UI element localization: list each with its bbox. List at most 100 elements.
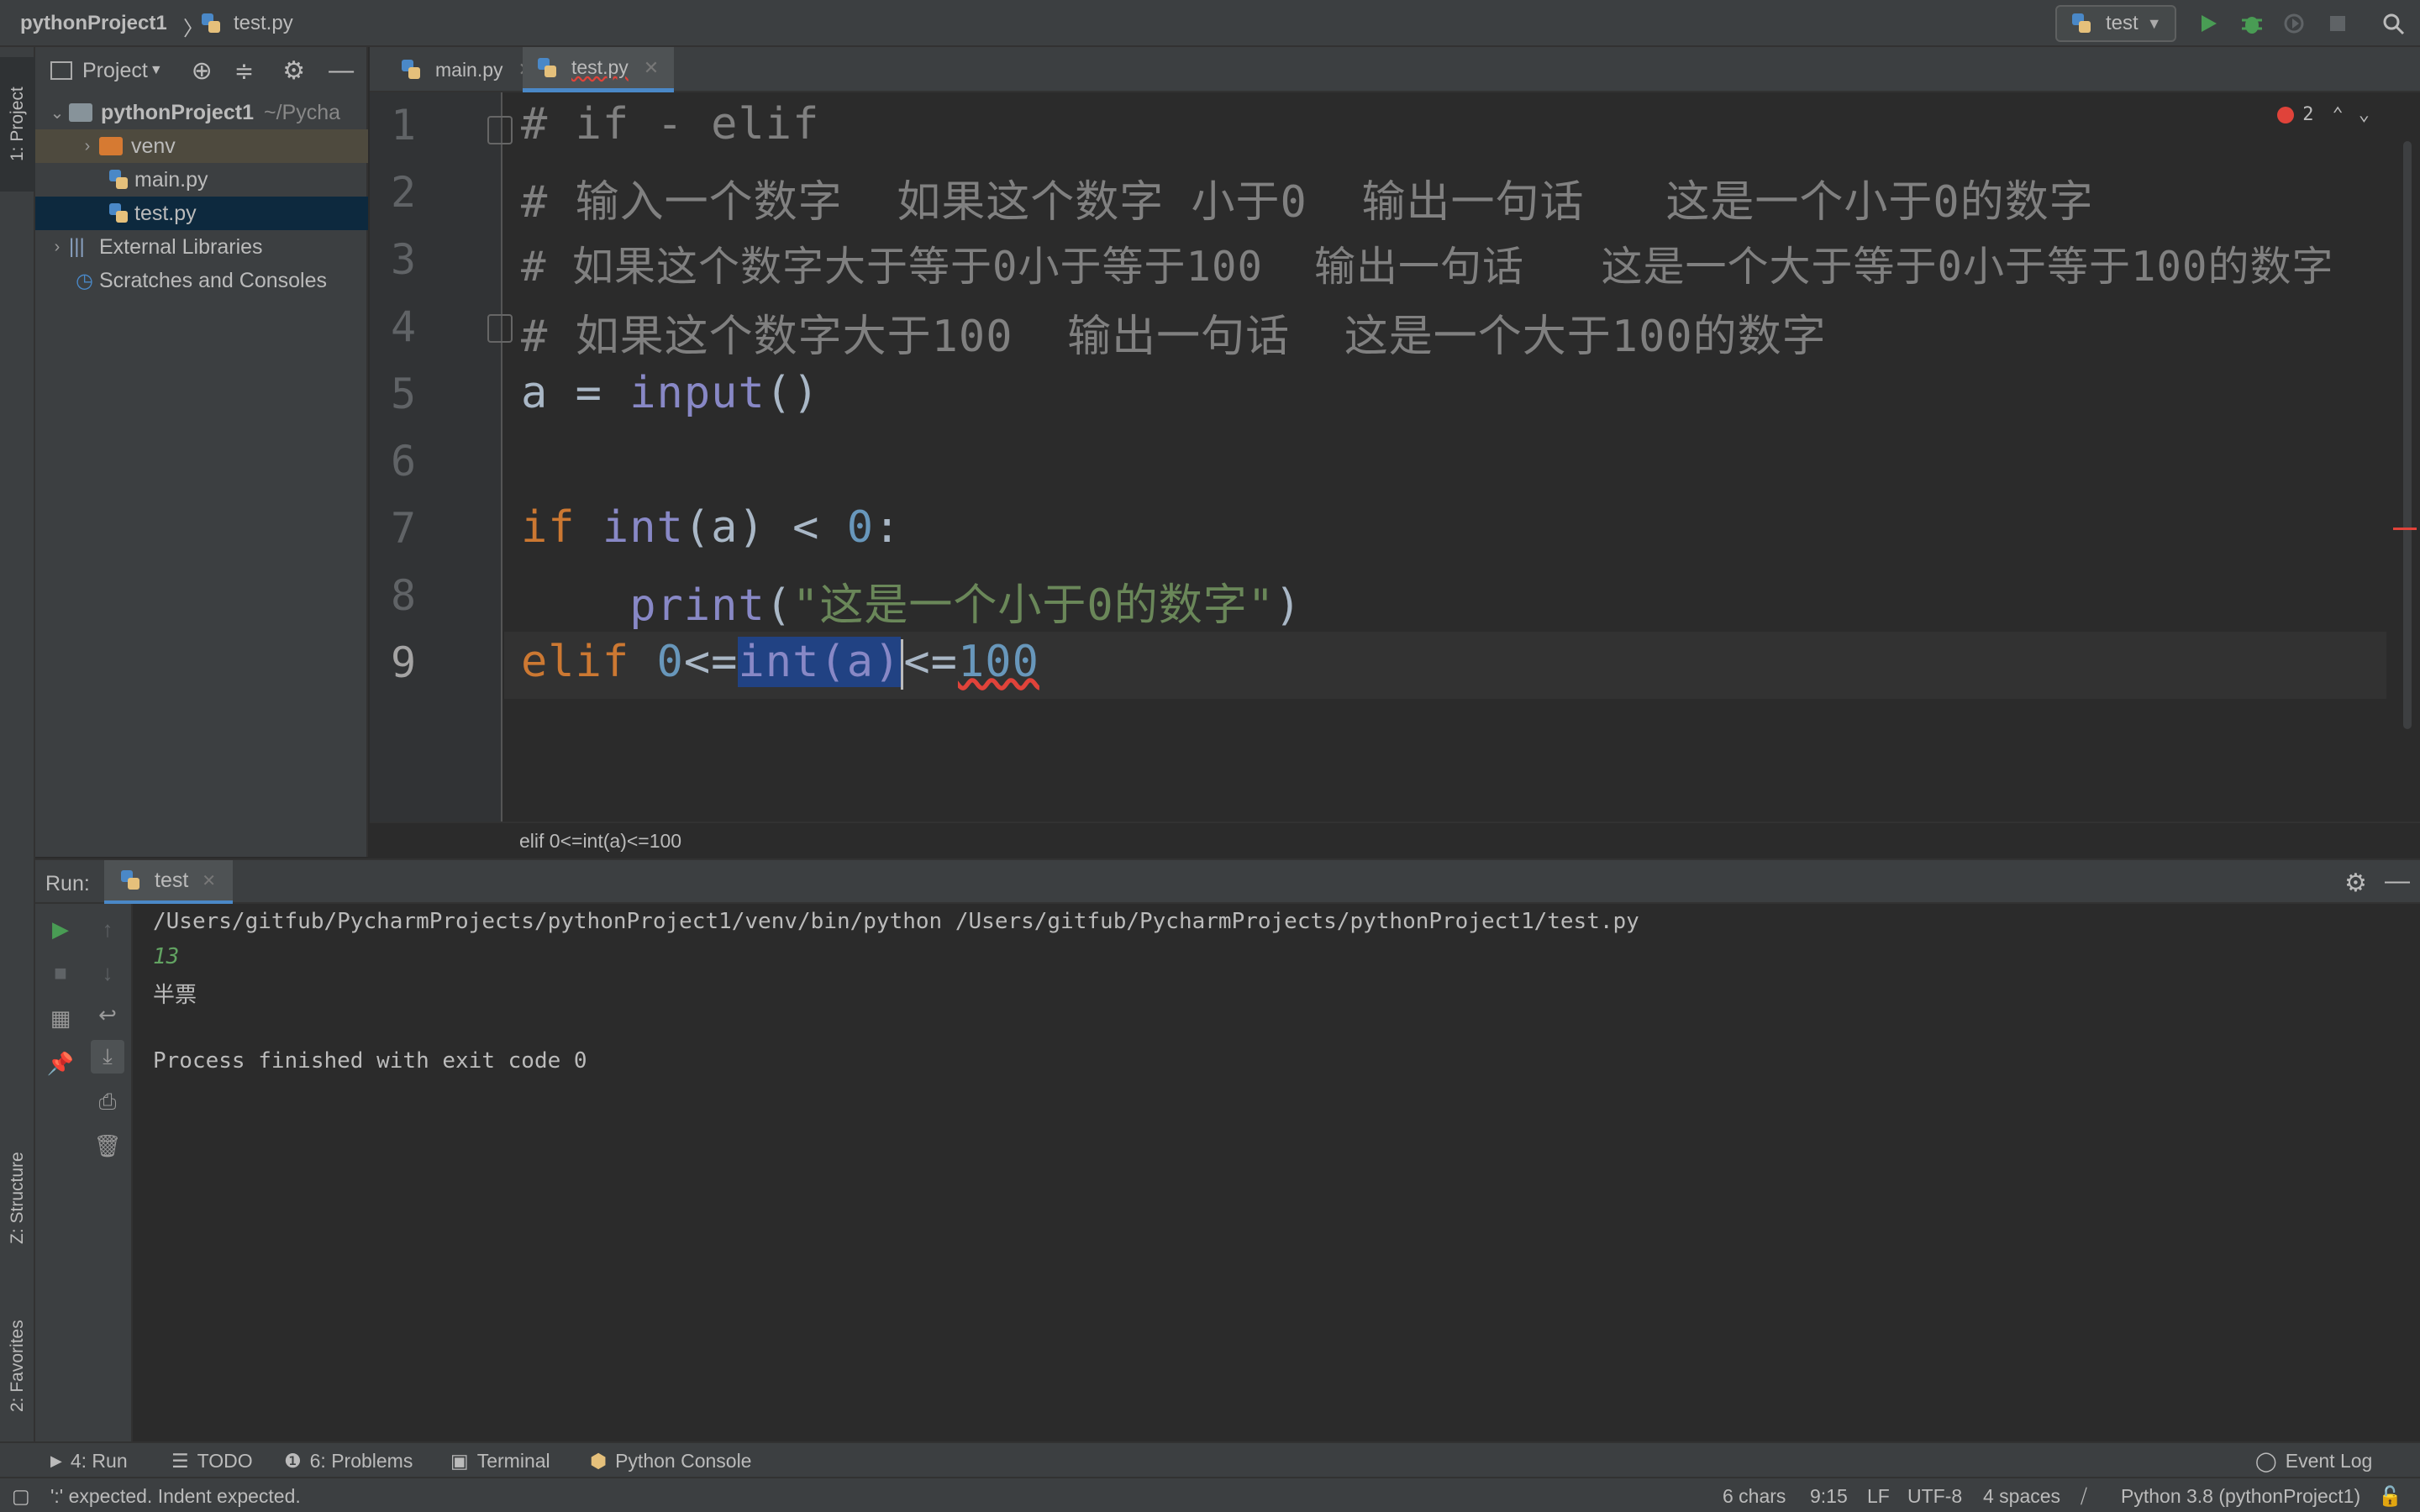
- gear-icon[interactable]: ⚙: [282, 56, 305, 86]
- tool-tab-favorites[interactable]: 2: Favorites: [0, 1290, 35, 1441]
- tree-item-label: External Libraries: [99, 234, 263, 259]
- close-icon[interactable]: ✕: [644, 57, 659, 79]
- code-line-1: # if - elif: [521, 99, 820, 150]
- status-line-separator[interactable]: LF: [1867, 1485, 1890, 1508]
- soft-wrap-button[interactable]: ↩: [91, 998, 124, 1032]
- code-token: "这是一个小于0的数字": [792, 580, 1276, 631]
- code-line-3: # 如果这个数字大于等于0小于等于100 输出一句话 这是一个大于等于0小于等于…: [521, 243, 2334, 291]
- rerun-button[interactable]: ▶: [44, 912, 77, 946]
- locate-file-icon[interactable]: ⊕: [192, 56, 213, 86]
- restore-layout-button[interactable]: ▦: [44, 1001, 77, 1035]
- run-console[interactable]: /Users/gitfub/PycharmProjects/pythonProj…: [133, 904, 2420, 1441]
- tree-item-project-root[interactable]: ⌄ pythonProject1 ~/Pycha: [35, 96, 368, 129]
- console-command: /Users/gitfub/PycharmProjects/pythonProj…: [153, 909, 1639, 934]
- tool-tab-label: TODO: [197, 1450, 253, 1472]
- line-number-gutter: 1 2 3 4 5 6 7 8 9: [370, 92, 502, 822]
- status-message: ':' expected. Indent expected.: [50, 1485, 301, 1507]
- breadcrumb-project[interactable]: pythonProject1: [20, 12, 167, 35]
- tool-tab-structure[interactable]: Z: Structure: [0, 1122, 35, 1273]
- tool-tab-python-console[interactable]: ⬢ Python Console: [590, 1450, 751, 1473]
- arrow-up-icon: ↑: [102, 916, 113, 942]
- line-number: 7: [390, 504, 417, 553]
- code-token: input: [629, 368, 765, 418]
- soft-wrap-icon: ↩: [98, 1001, 117, 1027]
- pin-tab-button[interactable]: 📌: [44, 1047, 77, 1080]
- status-interpreter[interactable]: Python 3.8 (pythonProject1): [2121, 1485, 2360, 1508]
- code-token: int: [602, 502, 684, 553]
- status-caret-position[interactable]: 9:15: [1810, 1485, 1848, 1508]
- console-output: 半票: [153, 983, 197, 1008]
- stop-button[interactable]: [2324, 10, 2351, 37]
- print-button[interactable]: ⎙: [91, 1085, 124, 1119]
- project-view-select[interactable]: Project: [82, 59, 148, 83]
- code-token: ): [1275, 580, 1302, 631]
- tab-test-py[interactable]: test.py ✕: [523, 47, 675, 92]
- tool-tab-event-log[interactable]: ◯ Event Log: [2255, 1450, 2372, 1473]
- toggle-tool-windows-icon[interactable]: ▢: [12, 1485, 30, 1508]
- tree-item-main-py[interactable]: main.py: [35, 163, 368, 197]
- lock-icon[interactable]: 🔓: [2378, 1485, 2402, 1508]
- collapse-all-icon[interactable]: ≑: [234, 57, 254, 85]
- line-number: 5: [390, 370, 417, 418]
- status-encoding[interactable]: UTF-8: [1907, 1485, 1962, 1508]
- fold-marker-icon[interactable]: [487, 314, 513, 343]
- tab-label: main.py: [435, 58, 503, 81]
- code-token: if: [521, 502, 602, 553]
- bug-icon: [2242, 17, 2262, 34]
- close-icon[interactable]: ✕: [202, 870, 216, 891]
- stop-button[interactable]: ■: [44, 956, 77, 990]
- tool-tab-run[interactable]: ▶ 4: Run: [50, 1450, 128, 1473]
- inspection-widget[interactable]: 2 ⌃ ⌄: [2277, 104, 2370, 125]
- tool-tab-todo[interactable]: ☰ TODO: [171, 1450, 253, 1473]
- tree-item-venv[interactable]: › venv: [35, 129, 368, 163]
- run-configuration-select[interactable]: test ▼: [2055, 5, 2176, 42]
- line-number: 8: [390, 571, 417, 620]
- folder-icon: [99, 137, 123, 155]
- tree-item-test-py[interactable]: test.py: [35, 197, 368, 230]
- gear-icon[interactable]: ⚙: [2344, 869, 2367, 898]
- pin-icon: 📌: [46, 1050, 75, 1076]
- search-everywhere-button[interactable]: [2380, 10, 2407, 37]
- code-token: (a) <: [683, 502, 847, 553]
- python-file-icon: [109, 170, 128, 190]
- tool-tab-structure-label: Z: Structure: [8, 1152, 27, 1244]
- chevron-down-icon[interactable]: ⌄: [2359, 104, 2370, 125]
- hide-panel-icon[interactable]: —: [329, 56, 354, 85]
- code-editor[interactable]: 1 2 3 4 5 6 7 8 9 # if - elif # 输入一个数字 如…: [370, 92, 2420, 822]
- readonly-toggle-icon[interactable]: ⧸: [2081, 1485, 2087, 1508]
- chevron-up-icon[interactable]: ⌃: [2333, 104, 2344, 125]
- editor-scrollbar[interactable]: [2403, 141, 2412, 729]
- tree-item-external-libraries[interactable]: › ||| External Libraries: [35, 230, 368, 264]
- tool-tab-problems[interactable]: ❶ 6: Problems: [284, 1450, 413, 1473]
- code-token: :: [874, 502, 902, 553]
- list-icon: ☰: [171, 1450, 189, 1472]
- clear-all-button[interactable]: 🗑: [91, 1129, 124, 1163]
- tool-tab-terminal[interactable]: ▣ Terminal: [450, 1450, 550, 1473]
- fold-marker-icon[interactable]: [487, 116, 513, 144]
- breadcrumb-separator: 〉: [183, 18, 203, 40]
- tool-tab-label: Python Console: [615, 1450, 752, 1472]
- line-number: 9: [390, 638, 417, 687]
- code-token: <=: [683, 637, 739, 687]
- code-breadcrumb[interactable]: elif 0<=int(a)<=100: [370, 822, 2420, 858]
- run-tab-test[interactable]: test ✕: [104, 860, 234, 904]
- code-line-8: print("这是一个小于0的数字"): [521, 570, 1302, 633]
- python-icon: [121, 870, 139, 890]
- next-occurrence-button[interactable]: ↓: [91, 956, 124, 990]
- debug-button[interactable]: [2238, 10, 2265, 37]
- code-token: print: [629, 580, 765, 631]
- coverage-button[interactable]: [2281, 10, 2307, 37]
- status-selection-chars[interactable]: 6 chars: [1723, 1485, 1786, 1508]
- scratches-icon: ◷: [76, 269, 93, 292]
- code-token: (: [765, 580, 793, 631]
- trash-icon: 🗑: [93, 1132, 122, 1158]
- scroll-to-end-button[interactable]: ⤓: [91, 1040, 124, 1074]
- breadcrumb-file[interactable]: test.py: [202, 12, 293, 35]
- status-indent[interactable]: 4 spaces: [1983, 1485, 2060, 1508]
- run-button[interactable]: [2195, 10, 2222, 37]
- tool-tab-project[interactable]: 1: Project: [0, 57, 35, 192]
- hide-panel-icon[interactable]: —: [2385, 867, 2410, 895]
- previous-occurrence-button[interactable]: ↑: [91, 912, 124, 946]
- coverage-icon: [2284, 13, 2304, 34]
- tree-item-scratches[interactable]: ◷ Scratches and Consoles: [35, 264, 368, 297]
